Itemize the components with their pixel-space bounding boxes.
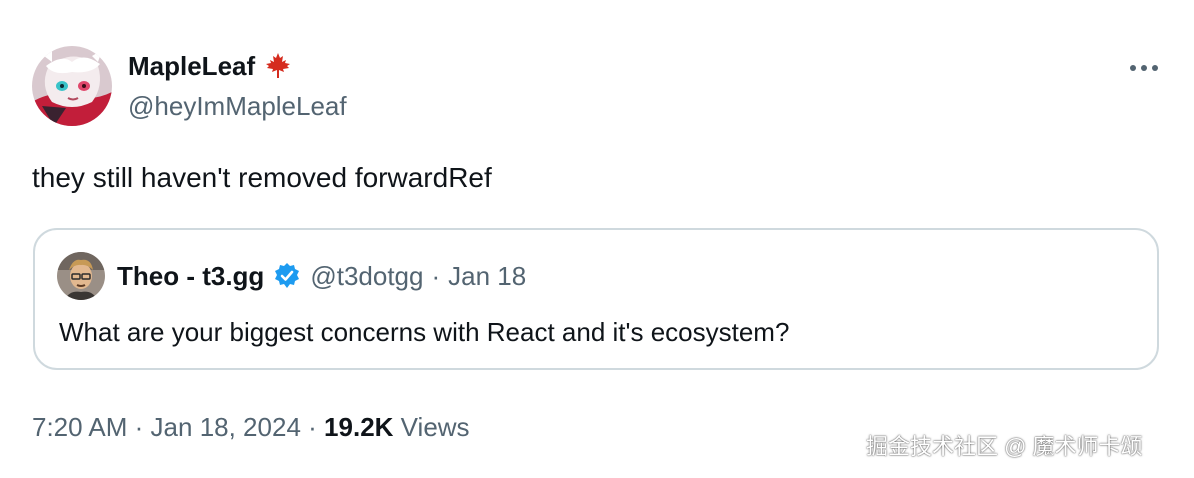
author-avatar[interactable] [32,46,112,126]
tweet-card: MapleLeaf @heyImMapleLeaf they still hav… [0,0,1194,478]
author-avatar-image [32,46,112,126]
quoted-header: Theo - t3.gg @t3dotgg · Jan 18 [117,260,526,292]
meta-separator: · [134,412,144,442]
quoted-text: What are your biggest concerns with Reac… [59,317,790,347]
author-handle[interactable]: @heyImMapleLeaf [128,90,347,122]
author-display-name[interactable]: MapleLeaf [128,50,255,82]
quoted-tweet[interactable]: Theo - t3.gg @t3dotgg · Jan 18 What are … [33,228,1159,370]
meta-separator-2: · [308,412,317,442]
quoted-author-avatar-image [57,252,105,300]
views-label: Views [400,412,470,442]
tweet-text: they still haven't removed forwardRef [32,162,492,193]
quoted-author-avatar[interactable] [57,252,105,300]
tweet-time[interactable]: 7:20 AM [32,412,127,442]
verified-badge-icon [275,263,300,288]
quoted-display-name[interactable]: Theo - t3.gg [117,260,264,292]
quoted-separator: · [431,261,441,291]
tweet-meta: 7:20 AM · Jan 18, 2024 · 19.2K Views [32,410,470,444]
watermark: 掘金技术社区 @ 魔术师卡颂 [866,434,1143,459]
more-horizontal-icon [1130,65,1158,71]
quoted-handle[interactable]: @t3dotgg [310,260,423,292]
views-count: 19.2K [324,412,394,442]
more-options-button[interactable] [1124,56,1164,80]
maple-leaf-icon [266,53,291,78]
author-name-row[interactable]: MapleLeaf [128,50,293,82]
quoted-date[interactable]: Jan 18 [448,260,526,292]
tweet-date[interactable]: Jan 18, 2024 [151,412,301,442]
